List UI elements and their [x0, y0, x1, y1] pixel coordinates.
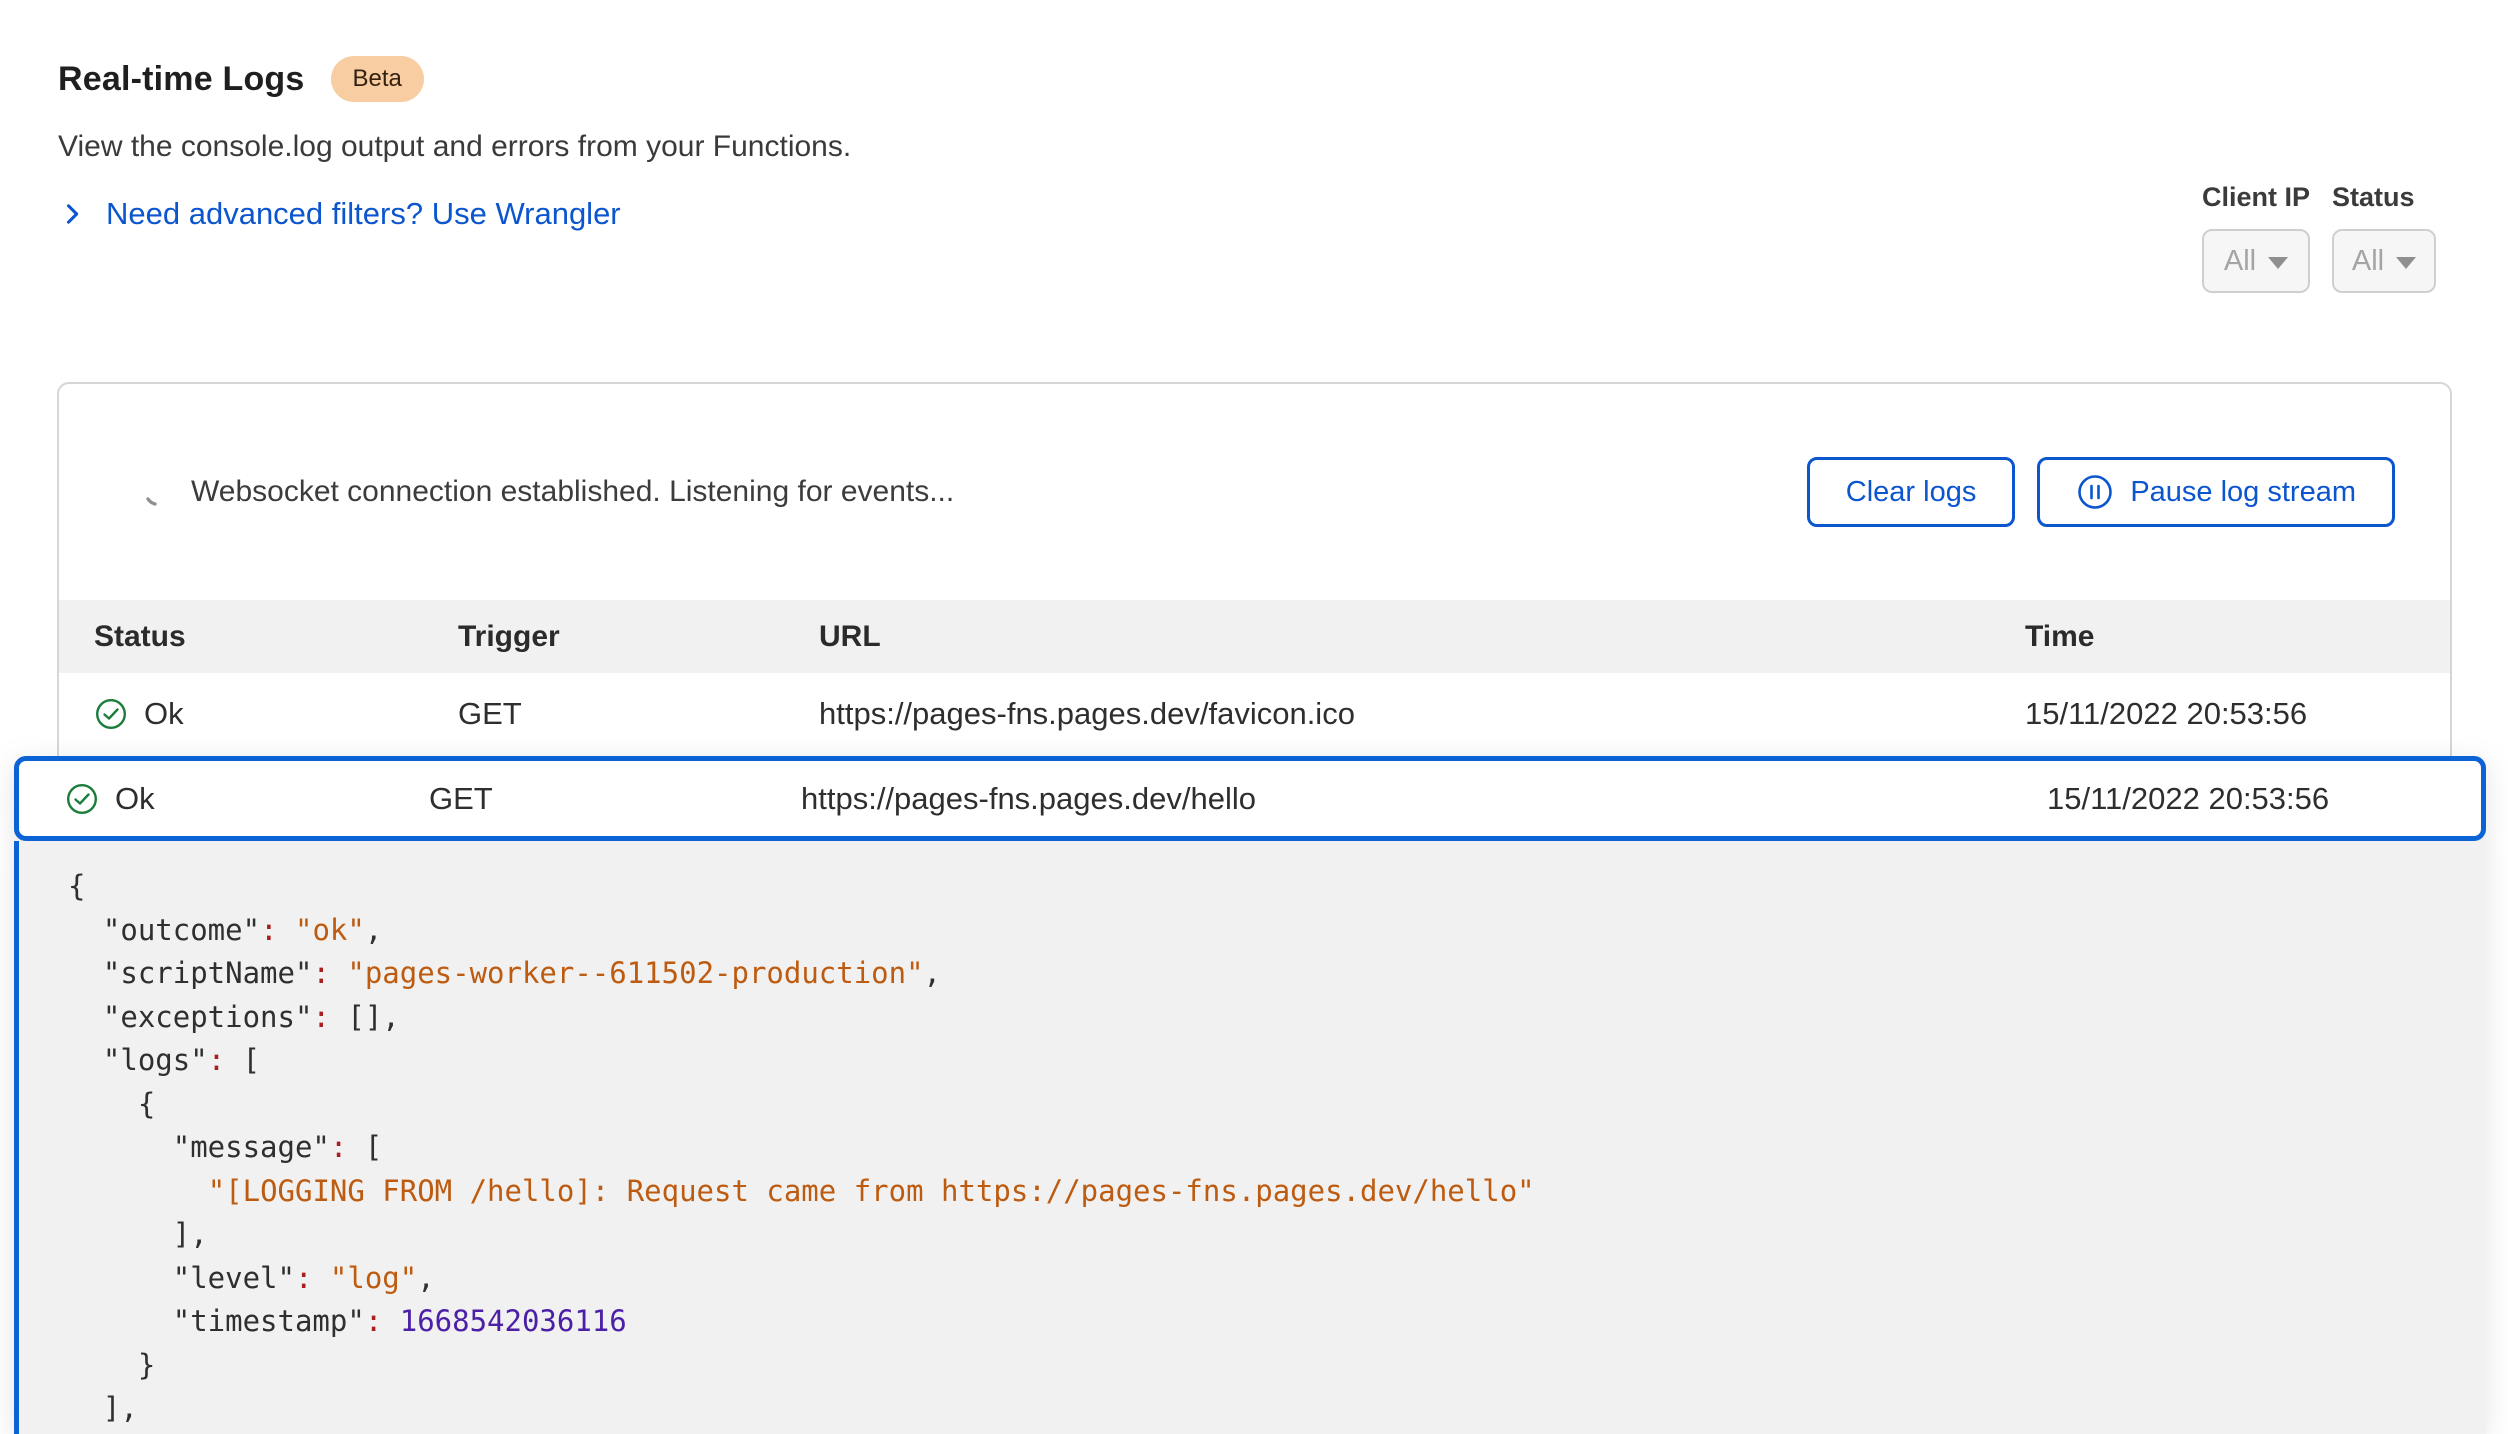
page-header: Real-time Logs Beta	[58, 56, 424, 102]
log-detail-json: { "outcome": "ok", "scriptName": "pages-…	[14, 841, 2486, 1434]
status-dropdown[interactable]: All	[2332, 229, 2436, 293]
beta-badge: Beta	[331, 56, 424, 102]
code-line: {	[68, 865, 2486, 909]
code-line: "logs": [	[68, 1039, 2486, 1083]
status-cell: Ok	[65, 781, 429, 817]
pause-log-stream-label: Pause log stream	[2130, 476, 2356, 509]
check-circle-icon	[65, 782, 99, 816]
code-line: {	[68, 1083, 2486, 1127]
time-value: 15/11/2022 20:53:56	[2025, 696, 2450, 732]
status-value: Ok	[144, 696, 184, 732]
code-line: "message": [	[68, 1126, 2486, 1170]
page-subtitle: View the console.log output and errors f…	[58, 130, 851, 164]
code-line: "timestamp": 1668542036116	[68, 1300, 2486, 1344]
caret-down-icon	[2268, 257, 2288, 269]
status-cell: Ok	[94, 696, 458, 732]
chevron-right-icon	[58, 200, 86, 228]
trigger-value: GET	[429, 781, 801, 817]
stream-actions: Clear logs Pause log stream	[1807, 457, 2395, 527]
clear-logs-label: Clear logs	[1846, 476, 1977, 509]
code-line: "[LOGGING FROM /hello]: Request came fro…	[68, 1170, 2486, 1214]
status-filter: Status All	[2332, 182, 2436, 293]
status-value: Ok	[115, 781, 155, 817]
url-value: https://pages-fns.pages.dev/hello	[801, 781, 2047, 817]
filters: Client IP All Status All	[2202, 182, 2436, 293]
client-ip-label: Client IP	[2202, 182, 2310, 213]
column-header-status: Status	[94, 620, 458, 654]
expanded-log-card: Ok GET https://pages-fns.pages.dev/hello…	[14, 756, 2486, 1434]
column-header-url: URL	[819, 620, 2025, 654]
stream-status-bar: Websocket connection established. Listen…	[59, 384, 2450, 600]
code-line: ],	[68, 1213, 2486, 1257]
code-line: "outcome": "ok",	[68, 909, 2486, 953]
realtime-logs-page: Real-time Logs Beta View the console.log…	[0, 0, 2508, 1434]
page-title: Real-time Logs	[58, 60, 305, 99]
pause-log-stream-button[interactable]: Pause log stream	[2037, 457, 2395, 527]
code-line: "exceptions": [],	[68, 996, 2486, 1040]
time-value: 15/11/2022 20:53:56	[2047, 781, 2481, 817]
log-row-favicon[interactable]: Ok GET https://pages-fns.pages.dev/favic…	[59, 673, 2450, 755]
log-row-hello-selected[interactable]: Ok GET https://pages-fns.pages.dev/hello…	[14, 756, 2486, 841]
client-ip-dropdown-value: All	[2224, 245, 2256, 278]
code-line: ],	[68, 1387, 2486, 1431]
client-ip-filter: Client IP All	[2202, 182, 2310, 293]
stream-status-message: Websocket connection established. Listen…	[191, 475, 954, 509]
url-value: https://pages-fns.pages.dev/favicon.ico	[819, 696, 2025, 732]
advanced-filters-link[interactable]: Need advanced filters? Use Wrangler	[58, 196, 621, 232]
column-header-trigger: Trigger	[458, 620, 819, 654]
status-dropdown-value: All	[2352, 245, 2384, 278]
log-table-header: Status Trigger URL Time	[59, 600, 2450, 673]
client-ip-dropdown[interactable]: All	[2202, 229, 2310, 293]
column-header-time: Time	[2025, 620, 2450, 654]
trigger-value: GET	[458, 696, 819, 732]
check-circle-icon	[94, 697, 128, 731]
pause-icon	[2076, 473, 2114, 511]
status-filter-label: Status	[2332, 182, 2436, 213]
advanced-filters-link-label: Need advanced filters? Use Wrangler	[106, 196, 621, 232]
code-line: }	[68, 1344, 2486, 1388]
caret-down-icon	[2396, 257, 2416, 269]
spinner-icon	[143, 477, 173, 507]
clear-logs-button[interactable]: Clear logs	[1807, 457, 2016, 527]
code-line: "level": "log",	[68, 1257, 2486, 1301]
code-line: "scriptName": "pages-worker--611502-prod…	[68, 952, 2486, 996]
